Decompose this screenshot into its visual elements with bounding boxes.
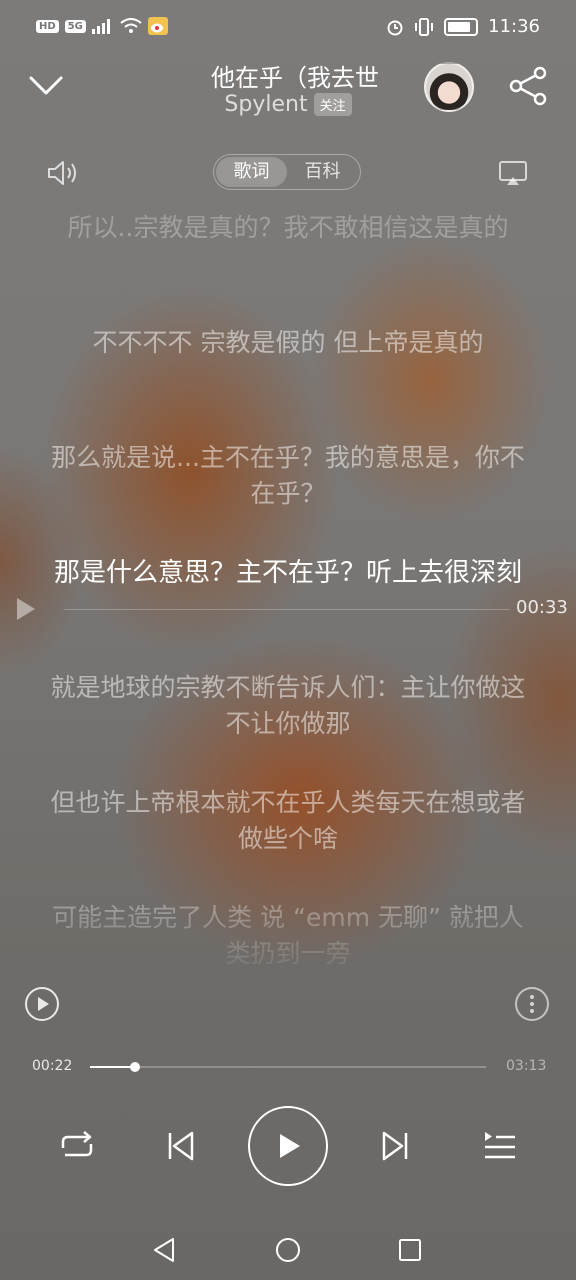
- repeat-button[interactable]: [56, 1126, 98, 1166]
- lyric-line[interactable]: 所以..宗教是真的？我不敢相信这是真的: [40, 210, 536, 246]
- lyric-line[interactable]: 可能主造完了人类 说 “emm 无聊” 就把人类扔到一旁: [40, 900, 536, 970]
- playlist-button[interactable]: [478, 1126, 520, 1166]
- play-circle-icon: [25, 987, 59, 1021]
- system-nav-bar: [0, 1216, 576, 1280]
- lyric-line[interactable]: 但也许上帝根本就不在乎人类每天在想或者做些个啥: [40, 785, 536, 857]
- status-left: HD 5G: [36, 17, 168, 35]
- next-button[interactable]: [376, 1126, 416, 1166]
- artist-name[interactable]: Spylent: [224, 92, 307, 117]
- wifi-icon: [120, 18, 142, 33]
- volume-icon: [48, 161, 76, 185]
- play-button[interactable]: [248, 1106, 328, 1186]
- follow-button[interactable]: 关注: [313, 93, 352, 116]
- alarm-icon: [387, 20, 403, 35]
- more-button[interactable]: [514, 986, 550, 1022]
- weibo-icon: [147, 17, 168, 35]
- current-time: 00:22: [32, 1058, 73, 1074]
- cast-button[interactable]: [496, 158, 530, 188]
- lyric-line[interactable]: 就是地球的宗教不断告诉人们：主让你做这 不让你做那: [40, 670, 536, 742]
- volume-button[interactable]: [46, 158, 80, 188]
- seek-time: 00:33: [516, 597, 568, 618]
- tab-encyclopedia[interactable]: 百科: [287, 157, 358, 187]
- skip-next-icon: [382, 1131, 408, 1161]
- artist-row: Spylent 关注: [150, 92, 426, 117]
- lyric-line-current[interactable]: 那是什么意思？主不在乎？听上去很深刻: [40, 555, 536, 591]
- lyrics-panel[interactable]: 所以..宗教是真的？我不敢相信这是真的 不不不不 宗教是假的 但上帝是真的 那么…: [40, 210, 536, 970]
- network-badge: 5G: [64, 19, 86, 33]
- status-bar: HD 5G 11:36: [0, 0, 576, 56]
- play-icon: [17, 598, 35, 620]
- playlist-icon: [485, 1132, 515, 1159]
- content-tabs: 歌词 百科: [213, 154, 361, 190]
- collapse-button[interactable]: [26, 66, 66, 106]
- back-icon[interactable]: [151, 1236, 177, 1264]
- battery-icon: [444, 17, 479, 36]
- tab-lyrics[interactable]: 歌词: [216, 157, 287, 187]
- lyric-line[interactable]: 不不不不 宗教是假的 但上帝是真的: [40, 325, 536, 361]
- video-button[interactable]: [24, 986, 60, 1022]
- repeat-icon: [61, 1131, 93, 1157]
- chevron-down-icon: [29, 76, 63, 95]
- home-icon[interactable]: [274, 1236, 302, 1264]
- signal-icon: [91, 19, 110, 34]
- skip-previous-icon: [168, 1131, 194, 1161]
- total-time: 03:13: [506, 1058, 547, 1074]
- play-icon: [280, 1134, 300, 1158]
- share-icon: [509, 66, 547, 106]
- artist-avatar[interactable]: [424, 62, 474, 112]
- status-right: 11:36: [386, 16, 540, 37]
- progress-knob[interactable]: [130, 1062, 141, 1072]
- seek-play-button[interactable]: [12, 596, 38, 622]
- recents-icon[interactable]: [397, 1237, 423, 1263]
- hd-badge: HD: [36, 19, 59, 33]
- previous-button[interactable]: [160, 1126, 200, 1166]
- vibrate-icon: [415, 17, 434, 36]
- progress-bar[interactable]: [90, 1062, 486, 1072]
- more-vertical-icon: [515, 987, 549, 1021]
- cast-icon: [499, 161, 527, 185]
- lyric-line[interactable]: 那么就是说...主不在乎？我的意思是，你不在乎？: [40, 440, 536, 512]
- seek-line: [64, 609, 510, 610]
- clock: 11:36: [488, 16, 540, 37]
- progress-fill: [90, 1066, 136, 1068]
- song-title: 他在乎（我去世: [211, 64, 379, 92]
- share-button[interactable]: [506, 64, 550, 108]
